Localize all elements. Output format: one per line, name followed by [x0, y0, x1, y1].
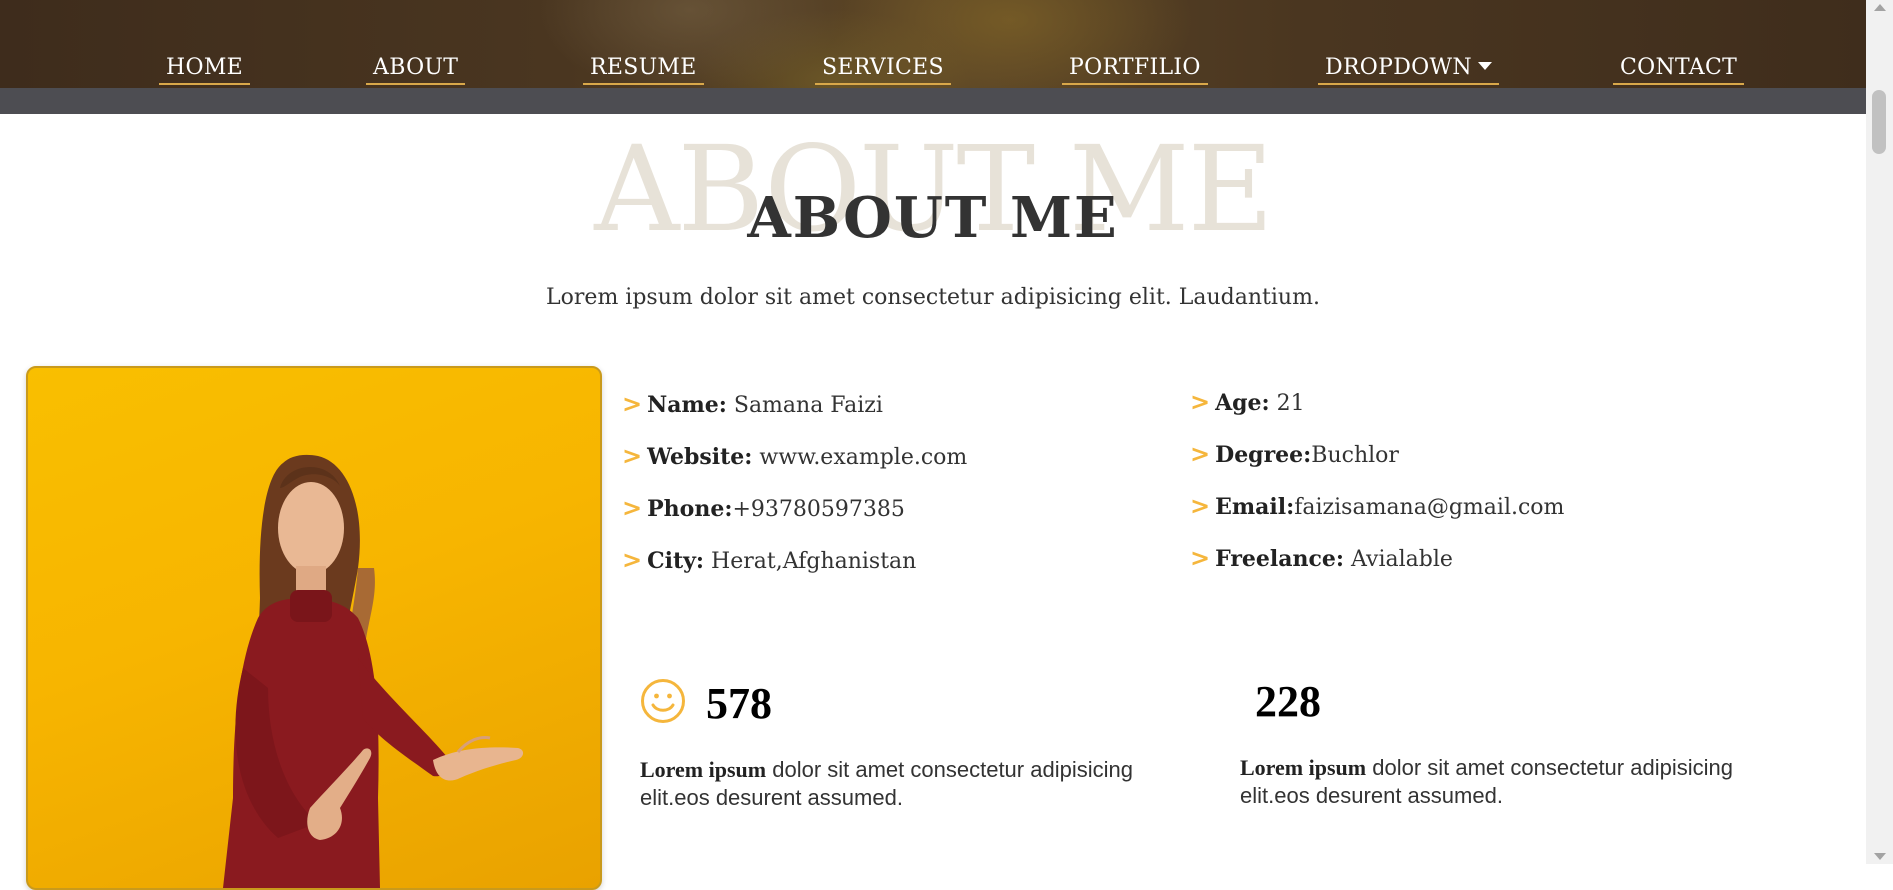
stat-description-bold: Lorem ipsum	[640, 757, 767, 782]
info-degree: > Degree:Buchlor	[1190, 440, 1399, 468]
info-freelance: > Freelance: Avialable	[1190, 544, 1453, 572]
info-age: > Age: 21	[1190, 388, 1305, 416]
info-website: > Website: www.example.com	[622, 442, 967, 470]
stat-number: 228	[1255, 677, 1321, 726]
header-strip	[0, 88, 1866, 114]
info-label: City:	[647, 548, 705, 574]
info-label: Freelance:	[1215, 546, 1345, 572]
nav-dropdown-label: DROPDOWN	[1325, 55, 1472, 80]
info-label: Phone:	[647, 496, 733, 522]
stat-number: 578	[706, 679, 772, 728]
chevron-right-icon: >	[622, 390, 643, 418]
chevron-right-icon: >	[1190, 544, 1211, 572]
caret-down-icon	[1477, 62, 1492, 70]
info-label: Degree:	[1215, 442, 1312, 468]
nav-contact[interactable]: CONTACT	[1613, 55, 1745, 85]
nav-dropdown[interactable]: DROPDOWN	[1318, 55, 1499, 85]
info-city: > City: Herat,Afghanistan	[622, 546, 916, 574]
stat-description: Lorem ipsum dolor sit amet consectetur a…	[1240, 754, 1740, 810]
chevron-right-icon: >	[622, 442, 643, 470]
info-value: +93780597385	[732, 497, 905, 522]
stat-description: Lorem ipsum dolor sit amet consectetur a…	[640, 756, 1140, 812]
info-value: Buchlor	[1311, 443, 1399, 468]
info-phone: > Phone:+93780597385	[622, 494, 905, 522]
info-value: Samana Faizi	[726, 393, 883, 418]
info-email: > Email:faizisamana@gmail.com	[1190, 492, 1564, 520]
info-name: > Name: Samana Faizi	[622, 390, 883, 418]
scroll-up-arrow-icon[interactable]	[1874, 4, 1886, 11]
stat-description-bold: Lorem ipsum	[1240, 755, 1367, 780]
chevron-right-icon: >	[622, 546, 643, 574]
info-label: Age:	[1215, 390, 1270, 416]
info-value: Herat,Afghanistan	[704, 549, 917, 574]
smiley-icon	[641, 679, 685, 723]
info-value[interactable]: faizisamana@gmail.com	[1294, 495, 1564, 520]
chevron-right-icon: >	[1190, 492, 1211, 520]
chevron-right-icon: >	[622, 494, 643, 522]
info-label: Email:	[1215, 494, 1295, 520]
info-value: 21	[1269, 391, 1305, 416]
chevron-right-icon: >	[1190, 440, 1211, 468]
info-label: Website:	[647, 444, 753, 470]
nav-portfolio[interactable]: PORTFILIO	[1062, 55, 1208, 85]
nav-services[interactable]: SERVICES	[815, 55, 951, 85]
section-title: ABOUT ME	[747, 185, 1119, 251]
chevron-right-icon: >	[1190, 388, 1211, 416]
scroll-down-arrow-icon[interactable]	[1874, 853, 1886, 860]
section-subtitle: Lorem ipsum dolor sit amet consectetur a…	[546, 285, 1320, 310]
info-label: Name:	[647, 392, 727, 418]
nav-resume[interactable]: RESUME	[583, 55, 704, 85]
scroll-thumb[interactable]	[1872, 90, 1886, 154]
nav-home[interactable]: HOME	[159, 55, 251, 85]
info-value: www.example.com	[752, 445, 968, 470]
info-value: Avialable	[1344, 547, 1453, 572]
page-scrollbar[interactable]	[1866, 0, 1893, 864]
profile-photo-illustration	[223, 454, 524, 888]
nav-about[interactable]: ABOUT	[366, 55, 466, 85]
profile-photo	[26, 366, 602, 890]
